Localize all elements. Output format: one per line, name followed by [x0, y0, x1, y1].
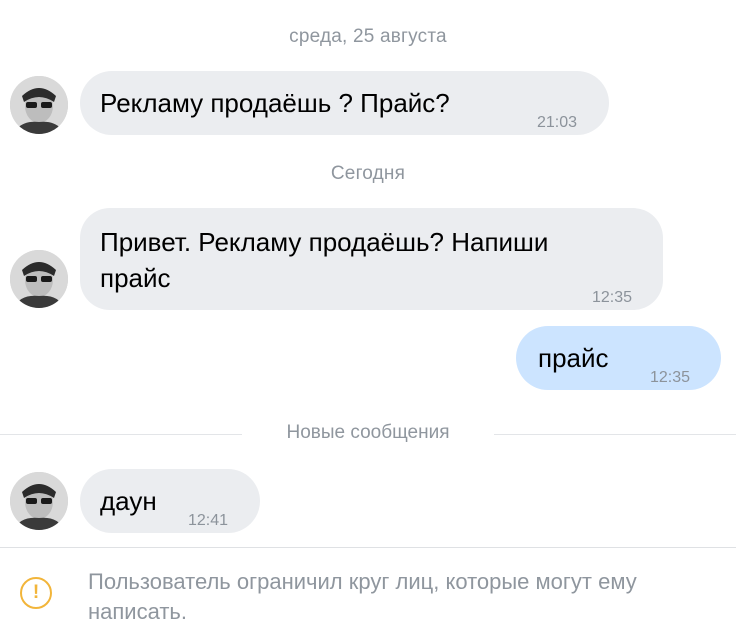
- message-text: прайс: [538, 343, 609, 373]
- restriction-notice: Пользователь ограничил круг лиц, которые…: [88, 569, 637, 624]
- sender-avatar[interactable]: [10, 250, 68, 308]
- date-separator: Сегодня: [330, 163, 406, 184]
- message-time: 21:03: [537, 114, 578, 131]
- message-text: Рекламу продаёшь ? Прайс?: [100, 88, 450, 118]
- exclamation-circle-icon: !: [20, 577, 52, 609]
- incoming-message-bubble[interactable]: даун 12:41: [80, 469, 260, 533]
- avatar-photo-icon: [10, 76, 68, 134]
- message-time: 12:35: [592, 289, 633, 306]
- message-time: 12:35: [650, 369, 691, 386]
- divider-line-right: [494, 434, 736, 435]
- new-messages-label: Новые сообщения: [286, 422, 450, 443]
- message-text-line1: Привет. Рекламу продаёшь? Напиши: [100, 227, 549, 257]
- message-time: 12:41: [188, 512, 229, 529]
- avatar-photo-icon: [10, 250, 68, 308]
- message-text: даун: [100, 486, 157, 516]
- sender-avatar[interactable]: [10, 472, 68, 530]
- message-text-line2: прайс: [100, 263, 171, 293]
- date-separator: среда, 25 августа: [289, 26, 447, 47]
- sender-avatar[interactable]: [10, 76, 68, 134]
- composer-separator: [0, 547, 736, 548]
- incoming-message-bubble[interactable]: Рекламу продаёшь ? Прайс? 21:03: [80, 71, 609, 135]
- new-messages-divider: Новые сообщения: [0, 422, 736, 446]
- outgoing-message-bubble[interactable]: прайс 12:35: [516, 326, 721, 390]
- incoming-message-bubble[interactable]: Привет. Рекламу продаёшь? Напиши прайс 1…: [80, 208, 663, 310]
- avatar-photo-icon: [10, 472, 68, 530]
